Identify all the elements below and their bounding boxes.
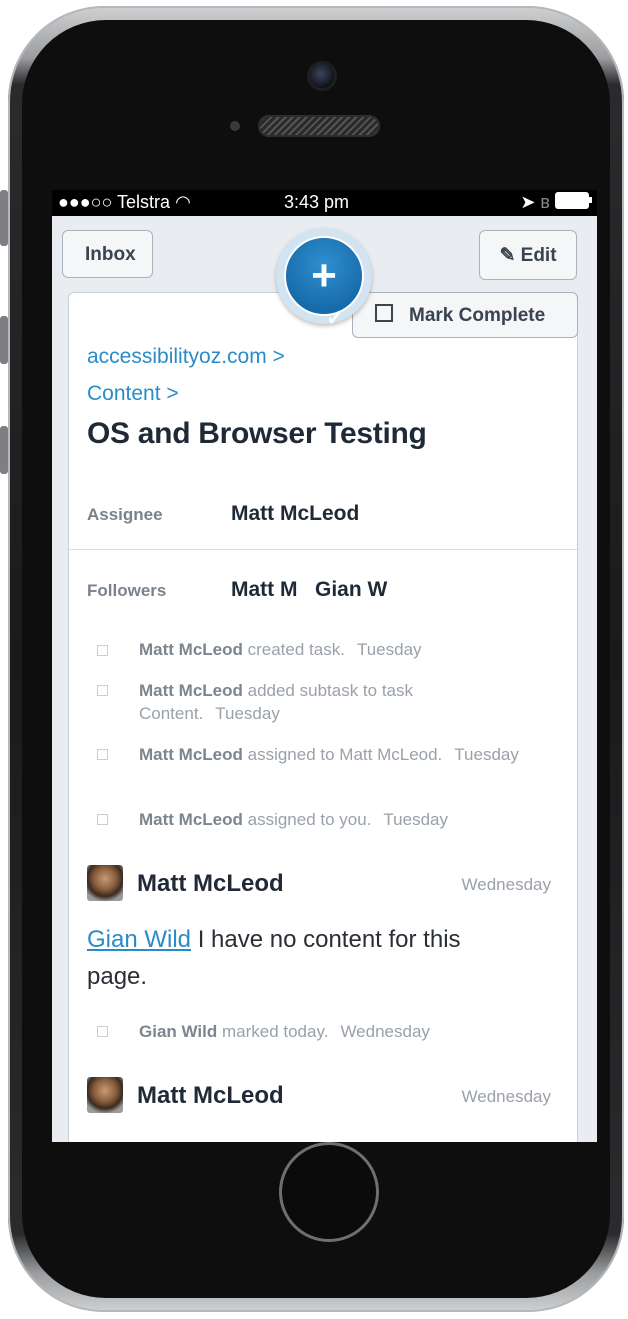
status-icons: ➤ ʙ <box>520 192 592 213</box>
nav-bar: Inbox + ✓ ✎ Edit <box>52 216 597 330</box>
activity-icon <box>97 1026 108 1037</box>
comment-author[interactable]: Matt McLeod <box>137 870 284 898</box>
home-button[interactable] <box>279 1142 379 1242</box>
task-title[interactable]: OS and Browser Testing <box>87 417 427 451</box>
battery-icon <box>555 192 592 209</box>
comment-timestamp: Wednesday <box>461 875 551 894</box>
activity-item: Matt McLeod assigned to you. Tuesday <box>139 810 448 829</box>
back-button-label: Inbox <box>85 244 136 265</box>
assignee-value[interactable]: Matt McLeod <box>231 502 359 526</box>
mark-complete-label: Mark Complete <box>409 305 546 326</box>
add-task-icon: + ✓ <box>284 236 364 330</box>
check-icon: ✓ <box>326 305 345 330</box>
bluetooth-icon: ʙ <box>540 192 550 212</box>
add-task-button[interactable]: + ✓ <box>276 228 372 330</box>
mention-link[interactable]: Gian Wild <box>87 926 191 953</box>
activity-item: Matt McLeod assigned to Matt McLeod. Tues… <box>139 745 519 764</box>
divider <box>69 549 577 550</box>
followers-label: Followers <box>87 581 167 600</box>
comment-timestamp: Wednesday <box>461 1087 551 1106</box>
comment-body: Gian Wild I have no content for this pag… <box>87 921 527 995</box>
earpiece-speaker <box>258 115 380 137</box>
screen: ●●●○○ Telstra ◠ 3:43 pm ➤ ʙ Inbox + ✓ ✎ E… <box>52 190 597 1142</box>
avatar[interactable] <box>87 1077 123 1113</box>
volume-up-button <box>0 316 8 364</box>
mark-complete-button[interactable]: Mark Complete <box>352 292 578 338</box>
breadcrumb-project[interactable]: accessibilityoz.com > <box>87 345 285 369</box>
wifi-icon: ◠ <box>175 192 191 212</box>
volume-down-button <box>0 426 8 474</box>
avatar[interactable] <box>87 865 123 901</box>
checkbox-icon <box>375 304 393 322</box>
status-time: 3:43 pm <box>284 192 350 212</box>
front-camera <box>310 64 334 88</box>
breadcrumb-parent-task[interactable]: Content > <box>87 382 179 406</box>
status-bar: ●●●○○ Telstra ◠ 3:43 pm ➤ ʙ <box>52 190 597 216</box>
edit-button[interactable]: ✎ Edit <box>479 230 577 280</box>
carrier-label: ●●●○○ Telstra ◠ <box>58 192 191 212</box>
activity-item: Matt McLeod created task. Tuesday <box>139 640 422 659</box>
location-icon: ➤ <box>520 192 536 212</box>
activity-item: Gian Wild marked today. Wednesday <box>139 1022 430 1041</box>
edit-button-label: Edit <box>520 245 557 266</box>
activity-item: Matt McLeod added subtask to task Conten… <box>139 681 413 723</box>
proximity-sensor <box>230 121 240 131</box>
mute-switch <box>0 190 8 246</box>
activity-icon <box>97 645 108 656</box>
activity-icon <box>97 814 108 825</box>
activity-icon <box>97 685 108 696</box>
followers-value[interactable]: Matt M Gian W <box>231 578 387 602</box>
comment-author[interactable]: Matt McLeod <box>137 1082 284 1110</box>
assignee-label: Assignee <box>87 505 163 524</box>
task-card: Mark Complete accessibilityoz.com > Cont… <box>68 292 578 1142</box>
inbox-back-button[interactable]: Inbox <box>62 230 153 278</box>
pencil-icon: ✎ <box>499 245 516 266</box>
activity-icon <box>97 749 108 760</box>
